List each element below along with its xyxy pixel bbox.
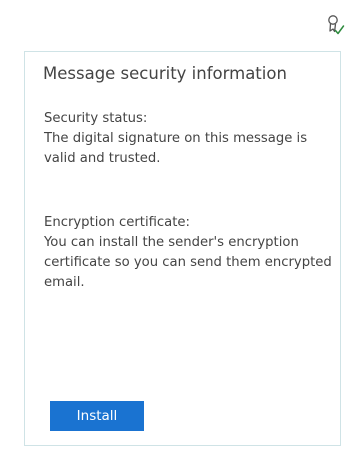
signature-verified-icon[interactable] bbox=[326, 14, 346, 36]
card-title: Message security information bbox=[43, 64, 287, 83]
encryption-certificate-heading: Encryption certificate: bbox=[44, 215, 190, 230]
install-button[interactable]: Install bbox=[50, 401, 144, 431]
security-status-section: Security status: The digital signature o… bbox=[44, 109, 334, 169]
security-status-heading: Security status: bbox=[44, 111, 148, 126]
encryption-certificate-text: You can install the sender's encryption … bbox=[44, 235, 332, 290]
message-security-card: Message security information Security st… bbox=[24, 51, 341, 446]
page: Message security information Security st… bbox=[0, 0, 352, 461]
encryption-certificate-section: Encryption certificate: You can install … bbox=[44, 213, 334, 293]
security-status-text: The digital signature on this message is… bbox=[44, 131, 308, 166]
